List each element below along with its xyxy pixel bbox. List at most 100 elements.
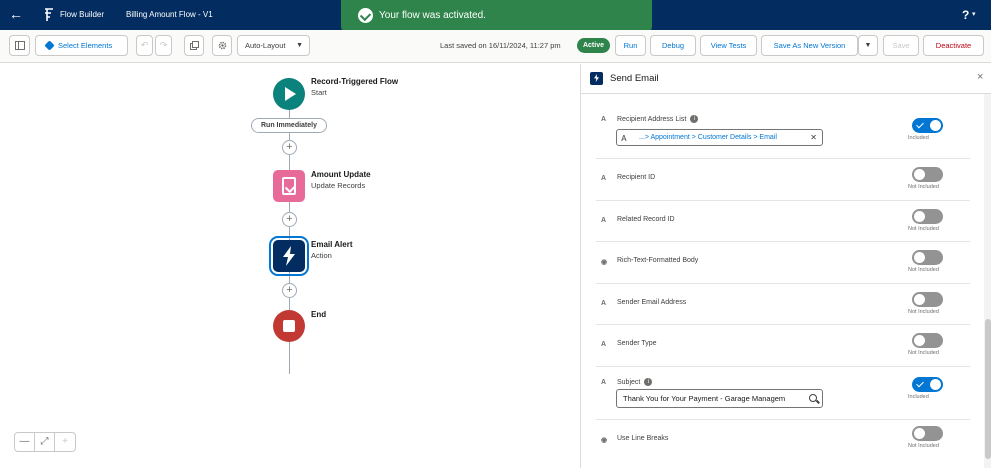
- text-type-icon: A: [601, 300, 607, 307]
- save-menu-chevron-icon[interactable]: ▼: [858, 35, 878, 56]
- help-icon[interactable]: ?: [962, 8, 969, 22]
- field-label: Recipient Address List: [617, 115, 687, 123]
- settings-button[interactable]: [212, 35, 232, 56]
- deactivate-button[interactable]: Deactivate: [923, 35, 984, 56]
- recipient-address-list-row: A Recipient Address List i A ...> Appoint…: [596, 104, 970, 159]
- panel-header: Send Email ×: [581, 64, 991, 94]
- chevron-down-icon: ▼: [296, 42, 303, 49]
- info-icon[interactable]: i: [644, 378, 653, 386]
- select-elements-label: Select Elements: [58, 41, 113, 50]
- field-label: Subject: [617, 378, 641, 386]
- success-check-icon: [358, 8, 373, 23]
- info-icon[interactable]: i: [690, 115, 699, 123]
- field-label: Related Record ID: [617, 216, 675, 223]
- toggle-status: Not Included: [908, 309, 939, 315]
- panel-left-icon: [14, 41, 25, 50]
- toggle-status: Included: [908, 135, 929, 141]
- text-type-icon: A: [601, 175, 607, 182]
- toggle-status: Not Included: [908, 350, 939, 356]
- undo-button[interactable]: ↶: [136, 35, 153, 56]
- toggle-status: Not Included: [908, 184, 939, 190]
- toolbar: Select Elements ↶ ↷ Auto-Layout ▼ Last s…: [0, 30, 991, 63]
- save-as-new-version-button[interactable]: Save As New Version: [761, 35, 858, 56]
- auto-layout-value: Auto-Layout: [245, 41, 286, 50]
- field-label: Sender Type: [617, 340, 657, 347]
- fit-view-button[interactable]: ⤢: [35, 433, 55, 451]
- related-record-id-row: A Related Record ID Not Included: [596, 201, 970, 242]
- rich-text-body-row: ◉ Rich-Text-Formatted Body Not Included: [596, 242, 970, 284]
- include-toggle[interactable]: [912, 292, 943, 307]
- start-node-title: Record-Triggered Flow: [311, 77, 399, 86]
- toggle-status: Included: [908, 394, 929, 400]
- add-element-button[interactable]: +: [282, 140, 297, 155]
- close-icon[interactable]: ×: [977, 71, 983, 83]
- text-resource-icon: A: [621, 134, 627, 143]
- lightning-bolt-icon: [283, 246, 295, 266]
- text-type-icon: A: [601, 116, 607, 123]
- toggle-type-icon: ◉: [601, 437, 608, 444]
- copy-button[interactable]: [184, 35, 204, 56]
- zoom-controls: — ⤢ +: [14, 432, 76, 452]
- success-toast: Your flow was activated.: [341, 0, 652, 31]
- toggle-toolbox-button[interactable]: [9, 35, 30, 56]
- text-type-icon: A: [601, 341, 607, 348]
- recipient-address-list-field[interactable]: A ...> Appointment > Customer Details > …: [616, 129, 823, 146]
- gear-icon: [218, 41, 226, 50]
- sender-email-address-row: A Sender Email Address Not Included: [596, 284, 970, 325]
- scrollbar-thumb[interactable]: [985, 319, 991, 459]
- subject-input[interactable]: Thank You for Your Payment - Garage Mana…: [616, 389, 823, 408]
- add-element-button[interactable]: +: [282, 212, 297, 227]
- update-node-subtitle: Update Records: [311, 181, 366, 190]
- view-tests-button[interactable]: View Tests: [700, 35, 757, 56]
- action-node-subtitle: Action: [311, 251, 332, 260]
- property-panel: Send Email × A Recipient Address List i A…: [580, 64, 991, 468]
- include-toggle[interactable]: [912, 167, 943, 182]
- end-node-title: End: [311, 310, 327, 319]
- zoom-out-button[interactable]: —: [15, 433, 35, 451]
- subject-row: A Subject i Thank You for Your Payment - …: [596, 367, 970, 420]
- search-icon[interactable]: [809, 394, 817, 402]
- copy-icon: [189, 41, 199, 50]
- debug-button[interactable]: Debug: [650, 35, 696, 56]
- auto-layout-select[interactable]: Auto-Layout ▼: [237, 35, 310, 56]
- zoom-in-button[interactable]: +: [55, 433, 75, 451]
- include-toggle[interactable]: [912, 250, 943, 265]
- run-button[interactable]: Run: [615, 35, 646, 56]
- clipboard-icon: [282, 177, 296, 195]
- panel-title: Send Email: [610, 73, 659, 84]
- include-toggle[interactable]: [912, 333, 943, 348]
- toggle-type-icon: ◉: [601, 259, 608, 266]
- use-line-breaks-row: ◉ Use Line Breaks Not Included: [596, 420, 970, 462]
- field-label: Rich-Text-Formatted Body: [617, 257, 699, 264]
- select-elements-icon: [44, 40, 55, 51]
- include-toggle[interactable]: [912, 426, 943, 441]
- include-toggle[interactable]: [912, 377, 943, 392]
- redo-button[interactable]: ↷: [155, 35, 172, 56]
- email-alert-node[interactable]: [269, 236, 309, 276]
- update-node-title: Amount Update: [311, 170, 371, 179]
- end-node[interactable]: [273, 310, 305, 342]
- toggle-status: Not Included: [908, 443, 939, 449]
- toggle-status: Not Included: [908, 267, 939, 273]
- last-saved-text: Last saved on 16/11/2024, 11:27 pm: [440, 41, 561, 50]
- flow-canvas[interactable]: Record-Triggered Flow Start Run Immediat…: [0, 64, 580, 468]
- include-toggle[interactable]: [912, 209, 943, 224]
- update-records-node[interactable]: [273, 170, 305, 202]
- field-label: Recipient ID: [617, 174, 656, 181]
- text-type-icon: A: [601, 217, 607, 224]
- save-button[interactable]: Save: [883, 35, 919, 56]
- toast-message: Your flow was activated.: [379, 10, 486, 21]
- add-element-button[interactable]: +: [282, 283, 297, 298]
- clear-icon[interactable]: ✕: [810, 130, 817, 145]
- status-badge: Active: [577, 38, 610, 53]
- include-toggle[interactable]: [912, 118, 943, 133]
- field-label: Sender Email Address: [617, 299, 687, 306]
- recipient-id-row: A Recipient ID Not Included: [596, 159, 970, 201]
- start-node[interactable]: [273, 78, 305, 110]
- panel-scrollbar[interactable]: [984, 94, 991, 468]
- select-elements-button[interactable]: Select Elements: [35, 35, 128, 56]
- action-node-title: Email Alert: [311, 240, 353, 249]
- run-immediately-pill[interactable]: Run Immediately: [251, 118, 327, 133]
- back-arrow-icon[interactable]: ←: [8, 6, 24, 22]
- help-menu-caret-icon[interactable]: ▾: [972, 10, 976, 18]
